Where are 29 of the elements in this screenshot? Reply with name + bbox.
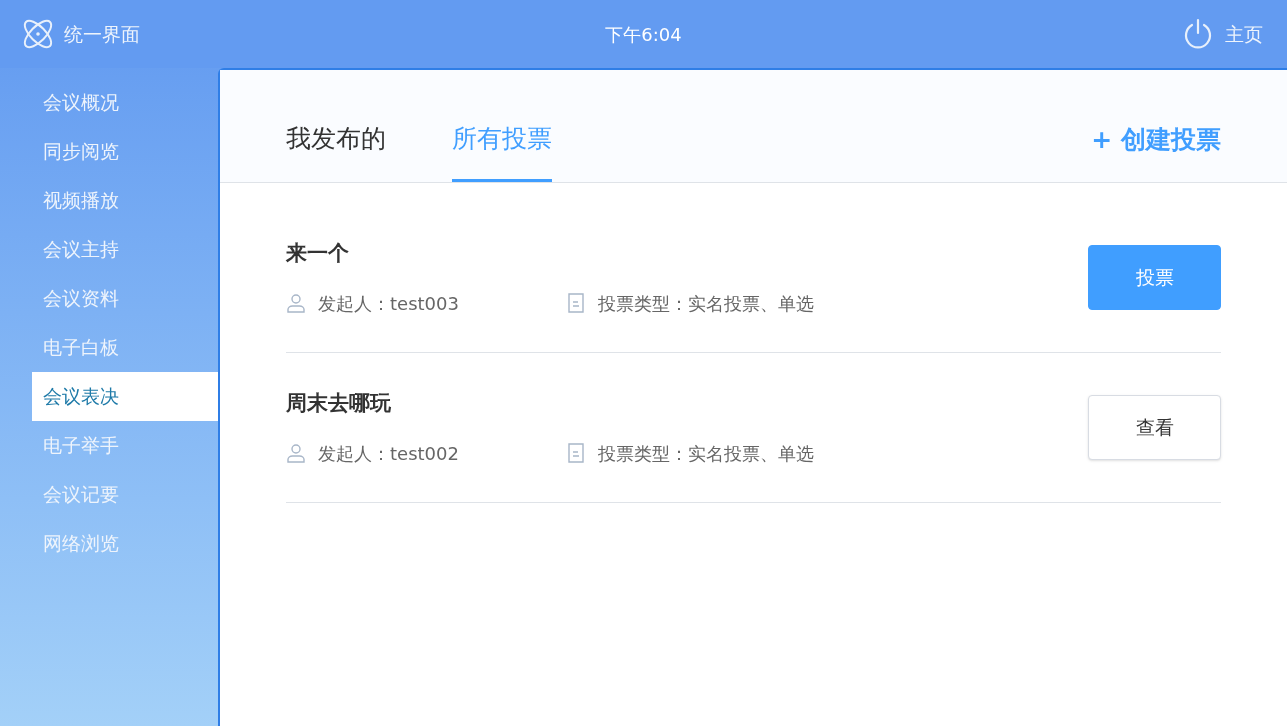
- power-icon[interactable]: [1183, 18, 1213, 50]
- sidebar-item[interactable]: 同步阅览: [32, 127, 218, 176]
- view-button[interactable]: 查看: [1088, 395, 1221, 460]
- create-vote-link[interactable]: + 创建投票: [1091, 120, 1221, 182]
- vote-button[interactable]: 投票: [1088, 245, 1221, 310]
- person-icon: [286, 443, 306, 464]
- poll-title: 来一个: [286, 240, 350, 268]
- initiator-text: 发起人：test002: [318, 441, 459, 466]
- sidebar-item[interactable]: 电子举手: [32, 421, 218, 470]
- sidebar-item[interactable]: 会议主持: [32, 225, 218, 274]
- home-link[interactable]: 主页: [1225, 19, 1263, 49]
- sidebar-item[interactable]: 电子白板: [32, 323, 218, 372]
- sidebar-item[interactable]: 会议资料: [32, 274, 218, 323]
- document-icon: [566, 443, 586, 464]
- initiator-text: 发起人：test003: [318, 291, 459, 316]
- app-title: 统一界面: [64, 21, 140, 47]
- document-icon: [566, 293, 586, 314]
- sidebar-item[interactable]: 会议表决: [32, 372, 218, 421]
- tab[interactable]: 我发布的: [286, 119, 386, 182]
- sidebar-item[interactable]: 会议概况: [32, 78, 218, 127]
- clock-time: 下午6:04: [605, 22, 682, 47]
- sidebar-item[interactable]: 会议记要: [32, 470, 218, 519]
- poll-title: 周末去哪玩: [286, 390, 392, 418]
- vote-type-text: 投票类型：实名投票、单选: [598, 291, 814, 316]
- tab[interactable]: 所有投票: [452, 119, 552, 182]
- sidebar-item[interactable]: 视频播放: [32, 176, 218, 225]
- person-icon: [286, 293, 306, 314]
- sidebar-item[interactable]: 网络浏览: [32, 519, 218, 568]
- vote-type-text: 投票类型：实名投票、单选: [598, 441, 814, 466]
